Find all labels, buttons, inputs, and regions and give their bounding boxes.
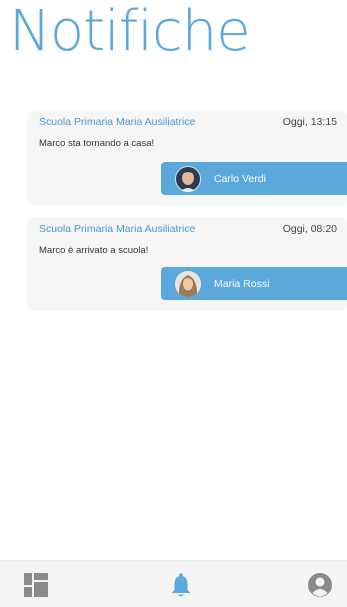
notification-time: Oggi, 13:15 <box>282 116 337 128</box>
tab-profile[interactable] <box>306 571 334 599</box>
bell-icon <box>171 573 191 597</box>
notification-message: Marco sta tornando a casa! <box>39 138 155 149</box>
notification-message: Marco è arrivato a scuola! <box>39 245 149 256</box>
male-avatar-icon <box>175 165 201 192</box>
notification-sender: Scuola Primaria Maria Ausiliatrice <box>39 223 196 235</box>
person-chip[interactable]: Maria Rossi <box>161 267 347 300</box>
person-chip[interactable]: Carlo Verdi <box>161 162 347 195</box>
user-circle-icon <box>308 573 332 597</box>
notification-sender: Scuola Primaria Maria Ausiliatrice <box>39 116 196 128</box>
person-name: Maria Rossi <box>214 277 270 290</box>
dashboard-icon <box>24 573 48 597</box>
notification-time: Oggi, 08:20 <box>282 223 337 235</box>
notification-card[interactable]: Scuola Primaria Maria Ausiliatrice Oggi,… <box>28 217 347 309</box>
person-name: Carlo Verdi <box>214 172 266 185</box>
page-title: Notifiche <box>9 0 251 64</box>
notification-card[interactable]: Scuola Primaria Maria Ausiliatrice Oggi,… <box>28 110 347 204</box>
female-avatar-icon <box>175 270 201 297</box>
tab-notifications[interactable] <box>167 571 195 599</box>
tab-dashboard[interactable] <box>22 571 50 599</box>
bottom-tab-bar <box>0 560 347 607</box>
